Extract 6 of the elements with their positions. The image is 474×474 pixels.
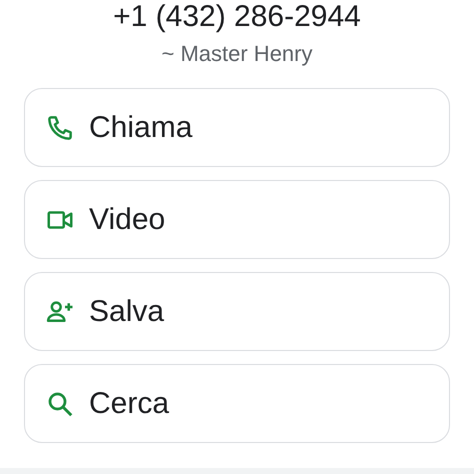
save-button[interactable]: Salva — [24, 272, 450, 351]
search-button[interactable]: Cerca — [24, 364, 450, 443]
phone-number: +1 (432) 286-2944 — [113, 0, 361, 34]
call-button[interactable]: Chiama — [24, 88, 450, 167]
video-button[interactable]: Video — [24, 180, 450, 259]
contact-name: ~ Master Henry — [162, 40, 312, 68]
